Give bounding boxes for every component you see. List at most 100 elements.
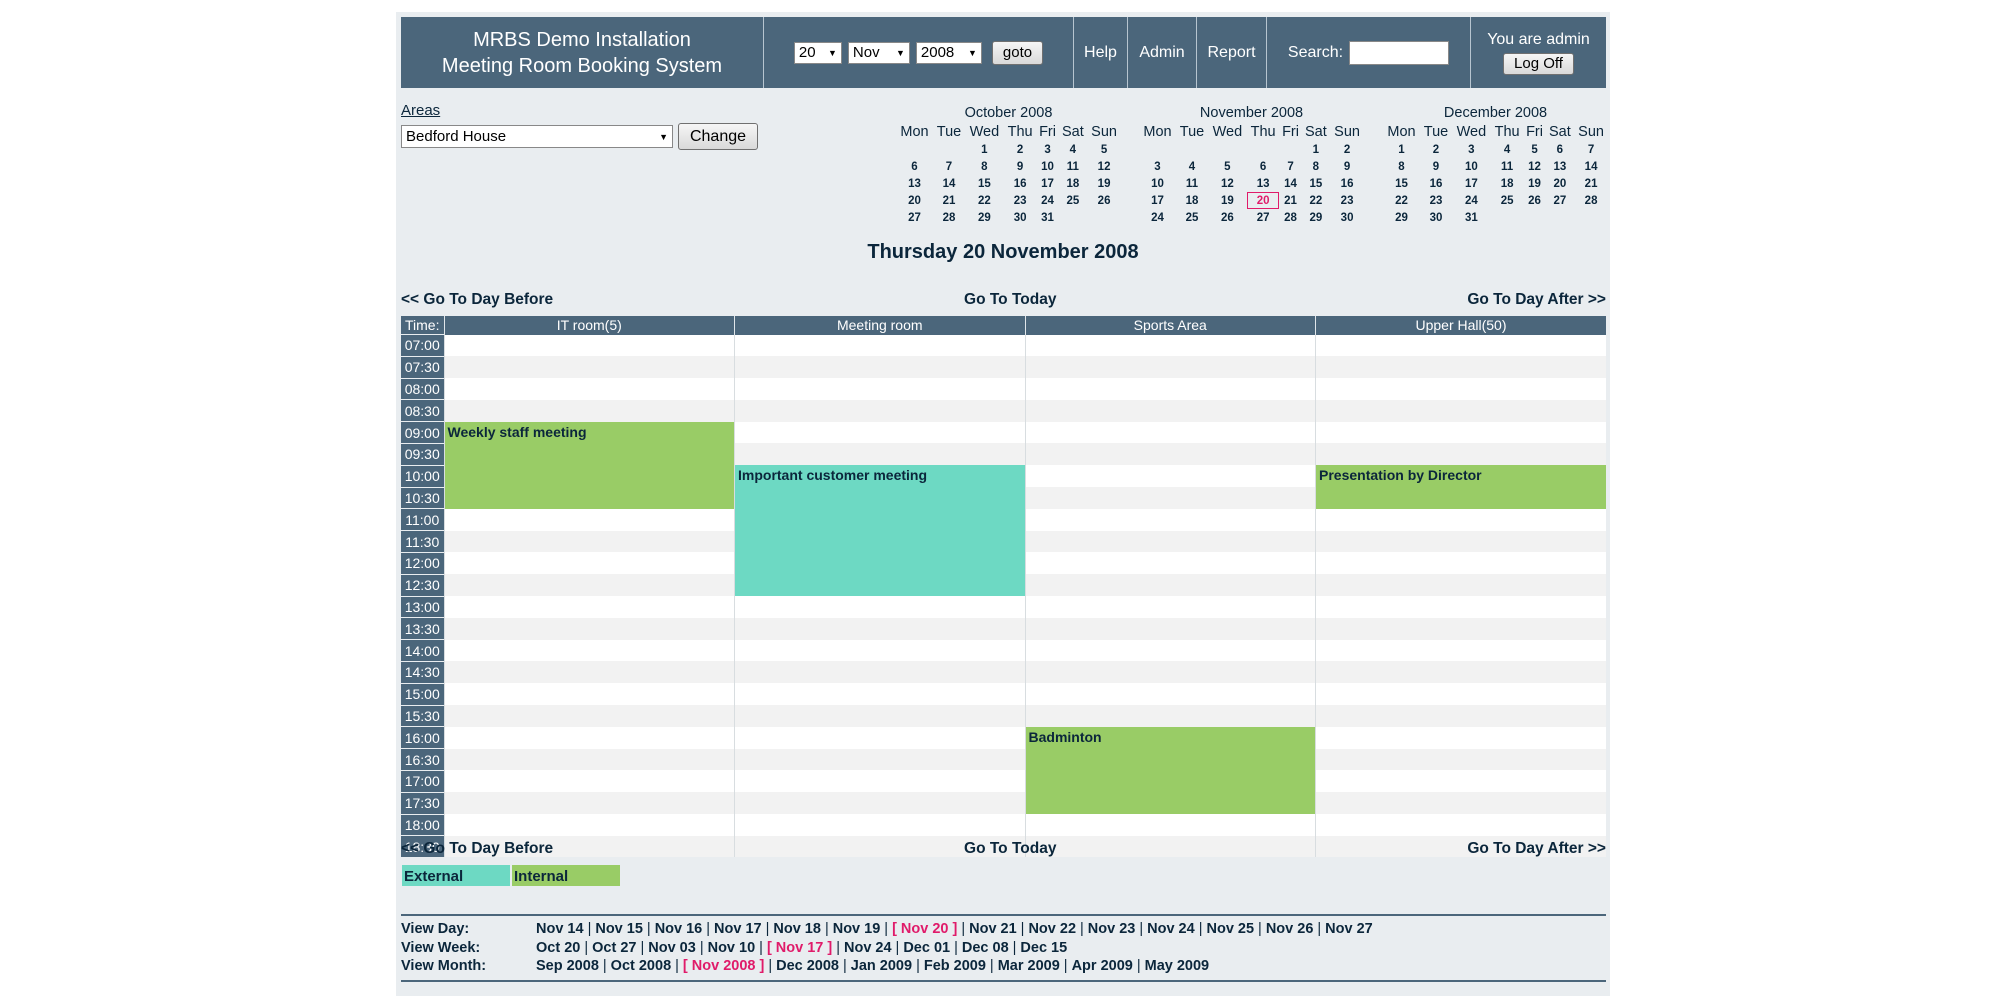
time-label[interactable]: 14:00 [401, 639, 444, 662]
time-label[interactable]: 11:30 [401, 530, 444, 553]
calendar-day[interactable]: 25 [1176, 209, 1208, 226]
calendar-day[interactable]: 27 [1247, 209, 1280, 226]
day-select[interactable]: 20 ▼ [793, 41, 842, 64]
calendar-day[interactable]: 21 [1279, 192, 1301, 209]
time-label[interactable]: 11:00 [401, 508, 444, 531]
view-month-link[interactable]: Sep 2008 [536, 958, 599, 974]
calendar-day[interactable]: 11 [1059, 158, 1088, 175]
empty-slot[interactable] [734, 639, 1025, 662]
calendar-day[interactable]: 19 [1087, 175, 1121, 192]
empty-slot[interactable] [443, 574, 735, 597]
empty-slot[interactable] [734, 661, 1025, 684]
view-day-link[interactable]: Nov 19 [833, 921, 881, 937]
calendar-day[interactable]: 10 [1036, 158, 1058, 175]
calendar-day[interactable]: 7 [1574, 141, 1608, 158]
empty-slot[interactable] [1315, 683, 1606, 706]
empty-slot[interactable] [1024, 508, 1316, 531]
empty-slot[interactable] [443, 617, 735, 640]
time-label[interactable]: 07:00 [401, 334, 444, 357]
empty-slot[interactable] [1024, 530, 1316, 553]
empty-slot[interactable] [1315, 639, 1606, 662]
prev-day-link[interactable]: << Go To Day Before [401, 291, 553, 309]
time-label[interactable]: 16:00 [401, 726, 444, 749]
calendar-day[interactable]: 27 [1546, 192, 1575, 209]
calendar-day[interactable]: 4 [1059, 141, 1088, 158]
calendar-day[interactable]: 9 [1420, 158, 1452, 175]
calendar-day[interactable]: 9 [1004, 158, 1037, 175]
calendar-day[interactable]: 15 [965, 175, 1004, 192]
view-month-link[interactable]: [ Nov 2008 ] [683, 958, 764, 974]
empty-slot[interactable] [1315, 378, 1606, 400]
site-title[interactable]: MRBS Demo Installation Meeting Room Book… [401, 17, 764, 88]
empty-slot[interactable] [1315, 443, 1606, 466]
empty-slot[interactable] [1024, 443, 1316, 466]
view-day-link[interactable]: Nov 25 [1206, 921, 1254, 937]
empty-slot[interactable] [1315, 399, 1606, 422]
view-week-link[interactable]: Dec 01 [903, 940, 950, 956]
empty-slot[interactable] [734, 617, 1025, 640]
booking-internal[interactable]: Weekly staff meeting [443, 421, 735, 509]
empty-slot[interactable] [734, 792, 1025, 815]
time-label[interactable]: 07:30 [401, 355, 444, 379]
empty-slot[interactable] [1024, 378, 1316, 400]
calendar-month-title[interactable]: October 2008 [896, 105, 1121, 123]
empty-slot[interactable] [443, 378, 735, 400]
next-day-link[interactable]: Go To Day After >> [1467, 291, 1606, 309]
room-header[interactable]: Sports Area [1024, 316, 1316, 335]
empty-slot[interactable] [443, 596, 735, 618]
empty-slot[interactable] [443, 726, 735, 749]
calendar-day[interactable]: 23 [1004, 192, 1037, 209]
empty-slot[interactable] [443, 508, 735, 531]
empty-slot[interactable] [1315, 705, 1606, 727]
calendar-day[interactable]: 29 [1302, 209, 1331, 226]
calendar-day[interactable]: 11 [1491, 158, 1524, 175]
calendar-day[interactable]: 24 [1452, 192, 1491, 209]
empty-slot[interactable] [734, 705, 1025, 727]
calendar-day[interactable]: 19 [1208, 192, 1247, 209]
time-label[interactable]: 13:00 [401, 595, 444, 618]
empty-slot[interactable] [734, 399, 1025, 422]
booking-external[interactable]: Important customer meeting [734, 465, 1025, 597]
room-header[interactable]: IT room(5) [443, 316, 735, 335]
empty-slot[interactable] [734, 683, 1025, 706]
calendar-day[interactable]: 17 [1036, 175, 1058, 192]
empty-slot[interactable] [734, 726, 1025, 749]
search-input[interactable] [1349, 40, 1450, 65]
calendar-day[interactable]: 29 [1383, 209, 1420, 226]
calendar-month-title[interactable]: November 2008 [1139, 105, 1364, 123]
empty-slot[interactable] [1024, 356, 1316, 379]
time-label[interactable]: 14:30 [401, 660, 444, 684]
calendar-day[interactable]: 23 [1420, 192, 1452, 209]
view-day-link[interactable]: Nov 27 [1325, 921, 1373, 937]
calendar-day[interactable]: 30 [1330, 209, 1364, 226]
view-day-link[interactable]: Nov 23 [1088, 921, 1136, 937]
empty-slot[interactable] [1315, 617, 1606, 640]
calendar-day[interactable]: 1 [965, 141, 1004, 158]
view-week-link[interactable]: Nov 03 [648, 940, 696, 956]
calendar-day[interactable]: 7 [1279, 158, 1301, 175]
view-month-link[interactable]: Feb 2009 [924, 958, 986, 974]
room-header[interactable]: Meeting room [734, 316, 1025, 335]
calendar-day[interactable]: 12 [1523, 158, 1545, 175]
calendar-day[interactable]: 10 [1139, 175, 1176, 192]
empty-slot[interactable] [443, 748, 735, 771]
calendar-day[interactable]: 20 [1546, 175, 1575, 192]
calendar-day[interactable]: 15 [1302, 175, 1331, 192]
empty-slot[interactable] [734, 421, 1025, 444]
time-label[interactable]: 08:00 [401, 377, 444, 400]
month-select[interactable]: Nov ▼ [847, 41, 910, 64]
empty-slot[interactable] [1024, 552, 1316, 575]
calendar-day[interactable]: 1 [1383, 141, 1420, 158]
time-label[interactable]: 17:00 [401, 769, 444, 793]
empty-slot[interactable] [1315, 770, 1606, 793]
calendar-day[interactable]: 14 [933, 175, 965, 192]
view-month-link[interactable]: Apr 2009 [1072, 958, 1133, 974]
empty-slot[interactable] [734, 356, 1025, 379]
calendar-day[interactable]: 5 [1208, 158, 1247, 175]
change-area-button[interactable]: Change [678, 123, 758, 150]
empty-slot[interactable] [1315, 596, 1606, 618]
time-label[interactable]: 12:30 [401, 573, 444, 597]
today-link[interactable]: Go To Today [964, 291, 1056, 309]
calendar-day[interactable]: 28 [933, 209, 965, 226]
calendar-day[interactable]: 20 [896, 192, 933, 209]
